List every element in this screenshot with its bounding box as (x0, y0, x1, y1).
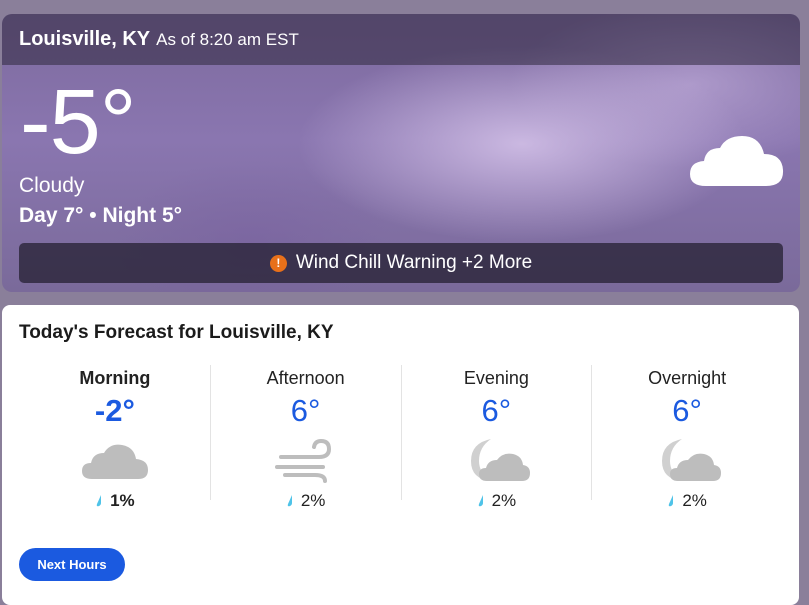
precip-chance: 2% (592, 491, 782, 511)
period-label: Evening (463, 368, 529, 388)
period-label: Afternoon (266, 368, 345, 388)
location-header: Louisville, KY As of 8:20 am EST (2, 14, 800, 65)
raindrop-icon (287, 495, 292, 507)
precip-value: 1% (110, 491, 135, 510)
location-name[interactable]: Louisville, KY (19, 28, 150, 51)
period-overnight[interactable]: Overnight 6° 2% (592, 365, 782, 510)
precip-value: 2% (682, 491, 707, 510)
raindrop-icon (478, 495, 483, 507)
current-conditions-card: Louisville, KY As of 8:20 am EST -5° Clo… (2, 14, 800, 292)
precip-value: 2% (491, 491, 517, 510)
cloud-icon (690, 136, 784, 186)
period-morning[interactable]: Morning -2° 1% (20, 365, 211, 510)
next-hours-button[interactable]: Next Hours (19, 548, 125, 581)
precip-chance: 2% (402, 491, 592, 511)
exclamation-icon: ! (269, 254, 287, 272)
precip-value: 2% (300, 491, 326, 510)
as-of-timestamp: As of 8:20 am EST (156, 29, 299, 49)
raindrop-icon (669, 495, 674, 507)
precip-chance: 2% (211, 491, 401, 511)
moon-cloud-icon (471, 439, 531, 481)
forecast-periods: Morning -2° 1% Afternoon 6° 2% Evening 6… (20, 365, 782, 510)
forecast-title: Today's Forecast for Louisville, KY (19, 322, 334, 343)
period-evening[interactable]: Evening 6° 2% (402, 365, 593, 510)
precip-chance: 1% (20, 491, 210, 511)
period-temp: -2° (94, 393, 135, 428)
moon-cloud-icon (662, 439, 722, 481)
weather-phrase: Cloudy (19, 174, 85, 197)
period-temp: 6° (672, 393, 702, 428)
alert-text: Wind Chill Warning +2 More (295, 252, 533, 273)
period-temp: 6° (290, 393, 321, 428)
period-label: Morning (79, 368, 151, 388)
weather-alert-banner[interactable]: ! Wind Chill Warning +2 More (19, 243, 783, 283)
current-temperature: -5° (20, 71, 137, 173)
day-night-temps: Day 7° • Night 5° (19, 204, 183, 227)
todays-forecast-card: Today's Forecast for Louisville, KY Morn… (2, 305, 799, 605)
wind-icon (274, 438, 331, 483)
period-temp: 6° (481, 393, 512, 428)
raindrop-icon (96, 495, 102, 507)
period-label: Overnight (648, 368, 727, 388)
period-afternoon[interactable]: Afternoon 6° 2% (211, 365, 402, 510)
cloud-icon (81, 444, 148, 479)
